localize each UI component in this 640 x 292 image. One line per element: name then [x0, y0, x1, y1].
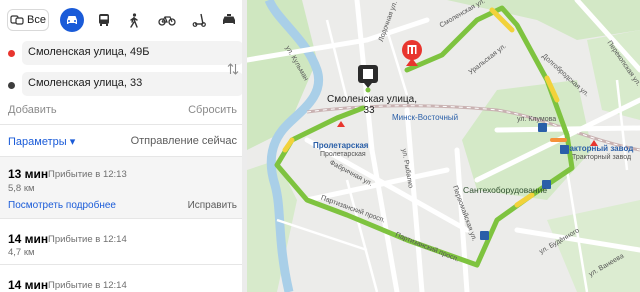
route-arrival: Прибытие в 12:13: [48, 169, 127, 180]
walk-icon: [129, 12, 139, 28]
end-point-marker: [8, 82, 15, 89]
route-details-link[interactable]: Посмотреть подробнее: [8, 200, 116, 211]
route-params: Параметры ▾ Отправление сейчас: [8, 135, 237, 148]
route-option[interactable]: 14 мин Прибытие в 12:14 4,7 км: [0, 226, 247, 261]
transport-modes: Все: [0, 6, 247, 34]
to-input[interactable]: Смоленская улица, 33: [22, 72, 243, 96]
from-input[interactable]: Смоленская улица, 49Б: [22, 41, 243, 65]
mode-walk-button[interactable]: [127, 9, 141, 31]
mode-scooter-button[interactable]: [191, 9, 207, 31]
departure-time-button[interactable]: Отправление сейчас: [131, 135, 237, 147]
bike-icon: [158, 14, 176, 26]
bus-icon: [98, 13, 110, 27]
mode-all-button[interactable]: Все: [7, 9, 49, 31]
route-option[interactable]: 13 мин Прибытие в 12:13 5,8 км Посмотрет…: [0, 157, 247, 218]
route-duration: 14 мин: [8, 232, 49, 246]
divider: [0, 218, 247, 219]
mode-car-button[interactable]: [60, 8, 84, 32]
route-duration: 13 мин: [8, 167, 49, 181]
add-point-button[interactable]: Добавить: [8, 104, 57, 116]
map-view[interactable]: Смоленская улица, 33 Минск-Восточный Про…: [247, 0, 640, 292]
params-dropdown[interactable]: Параметры ▾: [8, 136, 75, 148]
taxi-icon: [221, 14, 237, 26]
metro-station-label[interactable]: Пролетарская: [313, 141, 368, 150]
poi-label[interactable]: Сантехоборудование: [463, 185, 547, 195]
mode-all-label: Все: [27, 14, 46, 26]
route-arrival: Прибытие в 12:14: [48, 280, 127, 291]
report-error-link[interactable]: Исправить: [188, 200, 237, 211]
mode-bus-button[interactable]: [94, 9, 114, 31]
mode-bike-button[interactable]: [157, 9, 177, 31]
station-label[interactable]: Минск-Восточный: [392, 113, 458, 122]
reset-button[interactable]: Сбросить: [188, 104, 237, 116]
car-icon: [65, 14, 79, 26]
scooter-icon: [192, 13, 206, 27]
car-bus-icon: [10, 14, 24, 26]
metro-exit-label: Тракторный завод: [572, 154, 632, 161]
route-actions: Добавить Сбросить: [8, 104, 237, 116]
swap-points-button[interactable]: [227, 62, 239, 79]
route-duration: 14 мин: [8, 278, 49, 292]
metro-station-label[interactable]: Тракторный завод: [560, 144, 633, 153]
route-distance: 5,8 км: [8, 183, 35, 194]
start-point-marker: [8, 50, 15, 57]
divider: [0, 264, 247, 265]
divider: [0, 124, 247, 125]
mode-taxi-button[interactable]: [220, 9, 238, 31]
route-panel: Все Смоленская улица, 49Б Смоленская ули…: [0, 0, 247, 292]
route-arrival: Прибытие в 12:14: [48, 234, 127, 245]
swap-arrows-icon: [227, 63, 239, 79]
metro-exit-label: Пролетарская: [320, 151, 366, 158]
street-label: ул. Клумова: [517, 116, 557, 123]
route-option[interactable]: 14 мин Прибытие в 12:14: [0, 272, 247, 292]
route-distance: 4,7 км: [8, 247, 35, 258]
